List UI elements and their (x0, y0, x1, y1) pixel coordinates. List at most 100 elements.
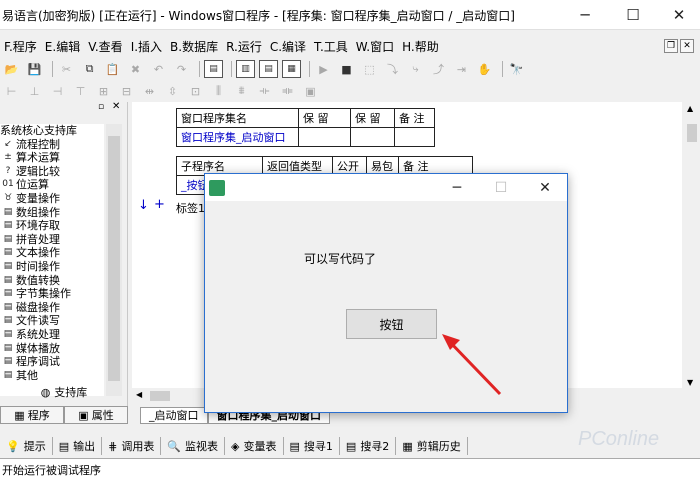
menu-run[interactable]: R.运行 (222, 38, 266, 55)
undo-icon[interactable]: ↶ (149, 60, 168, 78)
tab-watch[interactable]: 🔍 监视表 (161, 437, 226, 455)
tab-search-2[interactable]: ▤ 搜寻2 (340, 437, 397, 455)
tree-item[interactable]: ▤ 文件读写 (0, 314, 104, 328)
tree-item[interactable]: ▤ 程序调试 (0, 355, 104, 369)
tree-item[interactable]: ▤ 字节集操作 (0, 287, 104, 301)
expand-plus-icon[interactable]: + (154, 197, 165, 212)
tree-item[interactable]: ↙ 流程控制 (0, 138, 104, 152)
tree-item[interactable]: ▤ 环境存取 (0, 219, 104, 233)
panel-close-icon[interactable]: ✕ (112, 101, 120, 112)
layout-1-icon[interactable]: ▥ (236, 60, 255, 78)
hand-icon[interactable]: ✋ (475, 60, 494, 78)
dialog-title-bar[interactable]: ─ ☐ ✕ (205, 174, 567, 201)
table-row[interactable]: 窗口程序集_启动窗口 (176, 127, 435, 147)
mdi-restore-icon[interactable]: ❐ (664, 39, 678, 53)
tree-item[interactable]: ▤ 其他 (0, 369, 104, 383)
copy-icon[interactable]: ⧉ (80, 60, 99, 78)
running-program-window[interactable]: ─ ☐ ✕ 可以写代码了 按钮 (204, 173, 568, 413)
layout-2-icon[interactable]: ▤ (259, 60, 278, 78)
tree-item[interactable]: ▤ 时间操作 (0, 260, 104, 274)
tree-item[interactable]: ▤ 数值转换 (0, 274, 104, 288)
dialog-close-button[interactable]: ✕ (523, 174, 567, 201)
table-cell[interactable] (394, 127, 435, 147)
table-cell[interactable]: 窗口程序集_启动窗口 (176, 127, 299, 147)
table-cell[interactable] (350, 127, 395, 147)
scroll-up-icon[interactable]: ▲ (687, 104, 693, 113)
space-vertical-icon[interactable]: ⩩ (232, 82, 251, 100)
menu-edit[interactable]: E.编辑 (41, 38, 84, 55)
dialog-maximize-button[interactable]: ☐ (479, 174, 523, 201)
tree-item[interactable]: ? 逻辑比较 (0, 165, 104, 179)
scroll-thumb[interactable] (687, 124, 697, 142)
redo-icon[interactable]: ↷ (172, 60, 191, 78)
tree-item[interactable]: ± 算术运算 (0, 151, 104, 165)
menu-program[interactable]: F.程序 (0, 38, 41, 55)
space-horizontal-icon[interactable]: ⫼ (209, 82, 228, 100)
layout-3-icon[interactable]: ▦ (282, 60, 301, 78)
tree-item[interactable]: ♉ 变量操作 (0, 192, 104, 206)
align-right-icon[interactable]: ⊣ (48, 82, 67, 100)
step-icon[interactable]: ⬚ (360, 60, 379, 78)
tab-clip-history[interactable]: ▦ 剪辑历史 (396, 437, 468, 455)
align-top-icon[interactable]: ⊤ (71, 82, 90, 100)
same-size-icon[interactable]: ⊡ (186, 82, 205, 100)
support-library-label[interactable]: ◍ 支持库 (0, 382, 128, 402)
tree-item[interactable]: ▤ 系统处理 (0, 328, 104, 342)
tab-call-table[interactable]: ⋕ 调用表 (102, 437, 162, 455)
scroll-down-icon[interactable]: ▼ (687, 378, 693, 387)
tab-property[interactable]: ▣ 属性 (64, 406, 128, 424)
panel-pin-icon[interactable]: ▫ (98, 102, 104, 112)
run-to-cursor-icon[interactable]: ⇥ (452, 60, 471, 78)
tab-search-1[interactable]: ▤ 搜寻1 (284, 437, 340, 455)
menu-view[interactable]: V.查看 (84, 38, 126, 55)
center-vertical-icon[interactable]: ⟚ (278, 82, 297, 100)
open-icon[interactable]: 📂 (2, 60, 21, 78)
align-center-icon[interactable]: ⊥ (25, 82, 44, 100)
tree-scroll-thumb[interactable] (108, 136, 120, 381)
step-over-icon[interactable]: ⤷ (406, 60, 425, 78)
binoculars-icon[interactable]: 🔭 (507, 60, 526, 78)
tab-startup-window[interactable]: _启动窗口 (140, 407, 208, 424)
tab-program[interactable]: ▦ 程序 (0, 406, 64, 424)
stop-icon[interactable]: ■ (337, 60, 356, 78)
menu-database[interactable]: B.数据库 (166, 38, 222, 55)
menu-insert[interactable]: I.插入 (127, 38, 166, 55)
delete-icon[interactable]: ✖ (126, 60, 145, 78)
tree-item[interactable]: ▤ 文本操作 (0, 246, 104, 260)
dialog-minimize-button[interactable]: ─ (435, 174, 479, 201)
dialog-button[interactable]: 按钮 (346, 309, 437, 339)
paste-icon[interactable]: 📋 (103, 60, 122, 78)
maximize-button[interactable]: ☐ (610, 0, 656, 30)
tree-root[interactable]: 系统核心支持库 (0, 124, 104, 138)
tree-item[interactable]: ▤ 数组操作 (0, 206, 104, 220)
mdi-close-icon[interactable]: ✕ (680, 39, 694, 53)
code-line[interactable]: 标签1 (176, 200, 205, 216)
tab-variables[interactable]: ◈ 变量表 (225, 437, 284, 455)
same-width-icon[interactable]: ⇹ (140, 82, 159, 100)
center-horizontal-icon[interactable]: ⟛ (255, 82, 274, 100)
menu-window[interactable]: W.窗口 (352, 38, 398, 55)
tree-item[interactable]: 01 位运算 (0, 178, 104, 192)
tree-item[interactable]: ▤ 磁盘操作 (0, 301, 104, 315)
tab-output[interactable]: ▤ 输出 (53, 437, 103, 455)
cut-icon[interactable]: ✂ (57, 60, 76, 78)
tree-item[interactable]: ▤ 拼音处理 (0, 233, 104, 247)
step-into-icon[interactable]: ⤵ (383, 60, 402, 78)
scroll-left-icon[interactable]: ◀ (136, 390, 142, 399)
run-icon[interactable]: ▶ (314, 60, 333, 78)
scroll-thumb[interactable] (150, 391, 170, 401)
menu-tools[interactable]: T.工具 (310, 38, 352, 55)
close-button[interactable]: ✕ (656, 0, 700, 30)
menu-help[interactable]: H.帮助 (398, 38, 443, 55)
same-height-icon[interactable]: ⇳ (163, 82, 182, 100)
tab-hint[interactable]: 💡 提示 (0, 437, 53, 455)
editor-vertical-scrollbar[interactable]: ▲ ▼ (684, 102, 700, 392)
step-out-icon[interactable]: ⤴ (429, 60, 448, 78)
tree-item[interactable]: ▤ 媒体播放 (0, 342, 104, 356)
table-cell[interactable] (298, 127, 351, 147)
menu-compile[interactable]: C.编译 (266, 38, 310, 55)
save-icon[interactable]: 💾 (25, 60, 44, 78)
find-icon[interactable]: ▤ (204, 60, 223, 78)
align-bottom-icon[interactable]: ⊟ (117, 82, 136, 100)
align-left-icon[interactable]: ⊢ (2, 82, 21, 100)
